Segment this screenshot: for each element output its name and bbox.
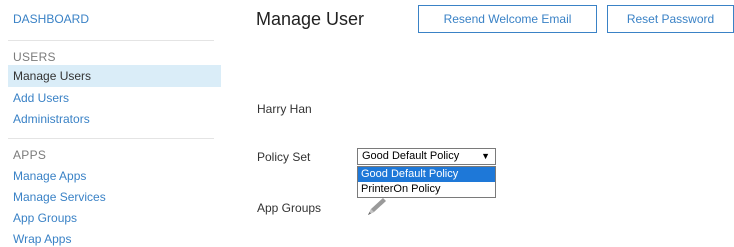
sidebar-divider bbox=[8, 138, 214, 139]
user-name: Harry Han bbox=[257, 102, 312, 116]
policy-option-good-default[interactable]: Good Default Policy bbox=[358, 167, 495, 182]
reset-password-button[interactable]: Reset Password bbox=[607, 5, 734, 33]
chevron-down-icon: ▼ bbox=[481, 151, 490, 161]
sidebar-item-manage-apps[interactable]: Manage Apps bbox=[13, 169, 86, 183]
sidebar-item-administrators[interactable]: Administrators bbox=[13, 112, 90, 126]
app-groups-label: App Groups bbox=[257, 201, 322, 215]
sidebar-item-dashboard[interactable]: DASHBOARD bbox=[13, 12, 89, 26]
pencil-icon[interactable] bbox=[364, 196, 388, 218]
sidebar-item-app-groups[interactable]: App Groups bbox=[13, 211, 77, 225]
policy-set-dropdown: Good Default Policy PrinterOn Policy bbox=[357, 166, 496, 198]
sidebar: DASHBOARD USERS Manage Users Add Users A… bbox=[0, 0, 222, 247]
sidebar-item-manage-users[interactable]: Manage Users bbox=[8, 65, 221, 87]
policy-set-selected-value: Good Default Policy bbox=[362, 150, 460, 162]
sidebar-item-label: Manage Users bbox=[13, 69, 92, 83]
sidebar-item-add-users[interactable]: Add Users bbox=[13, 91, 69, 105]
policy-set-select[interactable]: Good Default Policy ▼ bbox=[357, 148, 496, 165]
resend-welcome-email-button[interactable]: Resend Welcome Email bbox=[418, 5, 597, 33]
policy-set-label: Policy Set bbox=[257, 150, 311, 164]
sidebar-item-manage-services[interactable]: Manage Services bbox=[13, 190, 106, 204]
sidebar-divider bbox=[8, 40, 214, 41]
sidebar-heading-apps: APPS bbox=[13, 148, 47, 162]
sidebar-heading-users: USERS bbox=[13, 50, 56, 64]
page-title: Manage User bbox=[256, 9, 365, 29]
sidebar-item-wrap-apps[interactable]: Wrap Apps bbox=[13, 232, 71, 246]
policy-option-printeron[interactable]: PrinterOn Policy bbox=[358, 182, 495, 197]
